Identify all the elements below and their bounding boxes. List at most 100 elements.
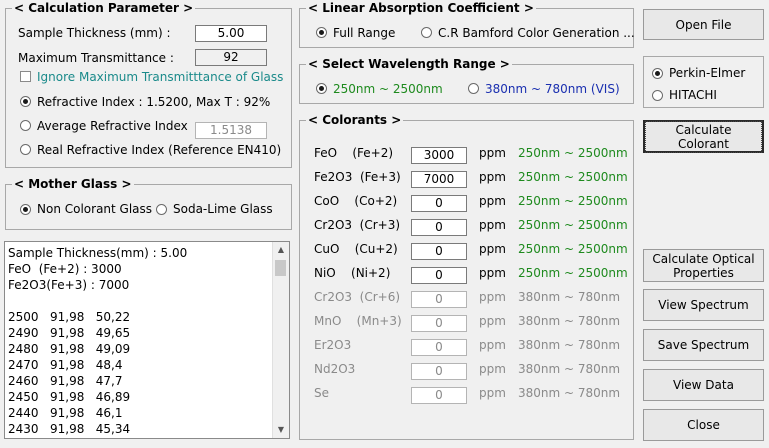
colorant-name: Er2O3: [314, 338, 352, 352]
colorant-ppm-input: 0: [411, 315, 467, 332]
colorant-name: Cr2O3 (Cr+3): [314, 218, 401, 232]
colorant-ppm-input: 0: [411, 291, 467, 308]
calculate-colorant-button[interactable]: Calculate Colorant: [643, 120, 764, 153]
colorant-range: 250nm ~ 2500nm: [518, 242, 628, 256]
wavelength-vis-radio[interactable]: [468, 83, 479, 94]
colorant-ppm-input: 0: [411, 387, 467, 404]
linear-absorption-title: < Linear Absorption Coefficient >: [306, 1, 536, 15]
refractive-index-fixed-radio[interactable]: [20, 96, 31, 107]
ignore-max-transmittance-label[interactable]: Ignore Maximum Transmitttance of Glass: [37, 70, 283, 84]
colorant-name: CoO (Co+2): [314, 194, 398, 208]
view-spectrum-button[interactable]: View Spectrum: [643, 289, 764, 321]
colorant-unit: ppm: [479, 362, 506, 376]
colorant-ppm-input[interactable]: 0: [411, 243, 467, 260]
max-transmittance-value: 92: [195, 49, 267, 66]
mother-glass-title: < Mother Glass >: [12, 177, 134, 191]
output-line: 2440 91,98 46,1: [8, 406, 123, 420]
wavelength-vis-label[interactable]: 380nm ~ 780nm (VIS): [485, 82, 620, 96]
bamford-label[interactable]: C.R Bamford Color Generation ...: [438, 26, 635, 40]
colorant-range: 380nm ~ 780nm: [518, 362, 621, 376]
colorant-range: 250nm ~ 2500nm: [518, 146, 628, 160]
output-line: 2500 91,98 50,22: [8, 310, 131, 324]
colorant-unit: ppm: [479, 386, 506, 400]
colorant-unit: ppm: [479, 170, 506, 184]
output-line: 2480 91,98 49,09: [8, 342, 131, 356]
colorant-ppm-input[interactable]: 0: [411, 219, 467, 236]
colorant-ppm-input: 0: [411, 339, 467, 356]
colorant-name: CuO (Cu+2): [314, 242, 398, 256]
average-refractive-index-label[interactable]: Average Refractive Index: [37, 119, 188, 133]
non-colorant-glass-radio[interactable]: [20, 204, 31, 215]
colorant-unit: ppm: [479, 314, 506, 328]
open-file-button[interactable]: Open File: [643, 9, 764, 40]
hitachi-radio[interactable]: [652, 90, 663, 101]
full-range-label[interactable]: Full Range: [333, 26, 395, 40]
colorant-unit: ppm: [479, 338, 506, 352]
view-data-button[interactable]: View Data: [643, 369, 764, 401]
colorant-unit: ppm: [479, 218, 506, 232]
real-refractive-index-label[interactable]: Real Refractive Index (Reference EN410): [37, 143, 281, 157]
save-spectrum-button[interactable]: Save Spectrum: [643, 329, 764, 361]
wavelength-full-radio[interactable]: [316, 83, 327, 94]
average-refractive-index-radio[interactable]: [20, 120, 31, 131]
colorant-name: Cr2O3 (Cr+6): [314, 290, 401, 304]
soda-lime-glass-label[interactable]: Soda-Lime Glass: [173, 202, 273, 216]
colorant-range: 380nm ~ 780nm: [518, 290, 621, 304]
sample-thickness-label: Sample Thickness (mm) :: [18, 26, 171, 40]
output-line: 2460 91,98 47,7: [8, 374, 123, 388]
colorant-ppm-input: 0: [411, 363, 467, 380]
calculate-optical-properties-button[interactable]: Calculate Optical Properties: [643, 249, 764, 282]
output-line: 2490 91,98 49,65: [8, 326, 131, 340]
scroll-up-arrow-icon[interactable]: ▲: [273, 242, 289, 258]
colorant-ppm-input[interactable]: 0: [411, 195, 467, 212]
colorant-ppm-input[interactable]: 7000: [411, 171, 467, 188]
output-line: Fe2O3(Fe+3) : 7000: [8, 278, 130, 292]
colorant-name: Se: [314, 386, 329, 400]
colorant-range: 250nm ~ 2500nm: [518, 218, 628, 232]
perkin-elmer-radio[interactable]: [652, 68, 663, 79]
wavelength-range-title: < Select Wavelength Range >: [306, 57, 512, 71]
colorant-range: 380nm ~ 780nm: [518, 386, 621, 400]
bamford-radio[interactable]: [421, 27, 432, 38]
calculate-colorant-label: Calculate Colorant: [645, 120, 762, 153]
output-line: 2470 91,98 48,4: [8, 358, 123, 372]
colorant-range: 380nm ~ 780nm: [518, 314, 621, 328]
colorant-name: FeO (Fe+2): [314, 146, 394, 160]
colorant-unit: ppm: [479, 290, 506, 304]
average-refractive-index-value: 1.5138: [195, 122, 267, 139]
ignore-max-transmittance-checkbox[interactable]: [20, 71, 31, 82]
colorant-name: Nd2O3: [314, 362, 356, 376]
full-range-radio[interactable]: [316, 27, 327, 38]
real-refractive-index-radio[interactable]: [20, 144, 31, 155]
close-button[interactable]: Close: [643, 409, 764, 441]
sample-thickness-input[interactable]: 5.00: [195, 25, 267, 42]
colorant-range: 250nm ~ 2500nm: [518, 266, 628, 280]
colorant-unit: ppm: [479, 146, 506, 160]
non-colorant-glass-label[interactable]: Non Colorant Glass: [37, 202, 152, 216]
calculation-parameter-title: < Calculation Parameter >: [12, 1, 196, 15]
colorant-name: MnO (Mn+3): [314, 314, 402, 328]
scroll-down-arrow-icon[interactable]: ▼: [273, 422, 289, 438]
output-scrollbar[interactable]: ▲ ▼: [272, 242, 289, 438]
refractive-index-fixed-label[interactable]: Refractive Index : 1.5200, Max T : 92%: [37, 95, 270, 109]
output-line: Sample Thickness(mm) : 5.00: [8, 246, 188, 260]
colorant-unit: ppm: [479, 266, 506, 280]
output-line: 2430 91,98 45,34: [8, 422, 131, 436]
colorant-range: 250nm ~ 2500nm: [518, 194, 628, 208]
colorant-name: Fe2O3 (Fe+3): [314, 170, 401, 184]
soda-lime-glass-radio[interactable]: [156, 204, 167, 215]
wavelength-full-label[interactable]: 250nm ~ 2500nm: [333, 82, 443, 96]
perkin-elmer-label[interactable]: Perkin-Elmer: [669, 66, 745, 80]
colorant-name: NiO (Ni+2): [314, 266, 391, 280]
output-line: 2450 91,98 46,89: [8, 390, 131, 404]
colorant-range: 380nm ~ 780nm: [518, 338, 621, 352]
colorant-ppm-input[interactable]: 0: [411, 267, 467, 284]
output-text-area[interactable]: Sample Thickness(mm) : 5.00 FeO (Fe+2) : …: [4, 241, 290, 439]
colorant-ppm-input[interactable]: 3000: [411, 147, 467, 164]
colorant-unit: ppm: [479, 194, 506, 208]
colorant-unit: ppm: [479, 242, 506, 256]
max-transmittance-label: Maximum Transmittance :: [18, 51, 174, 65]
colorant-range: 250nm ~ 2500nm: [518, 170, 628, 184]
hitachi-label[interactable]: HITACHI: [669, 88, 717, 102]
scroll-thumb[interactable]: [275, 260, 286, 276]
